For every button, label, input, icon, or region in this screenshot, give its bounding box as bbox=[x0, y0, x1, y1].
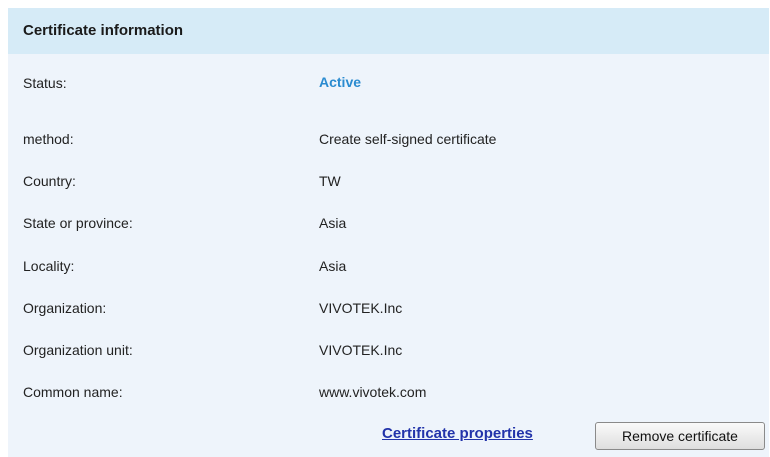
organization-label: Organization: bbox=[23, 300, 107, 316]
remove-certificate-button[interactable]: Remove certificate bbox=[595, 422, 765, 450]
locality-value: Asia bbox=[319, 258, 347, 274]
common-name-value: www.vivotek.com bbox=[319, 384, 427, 400]
certificate-information-panel: Certificate information Status: Active m… bbox=[8, 8, 769, 457]
panel-title: Certificate information bbox=[23, 22, 184, 39]
panel-header: Certificate information bbox=[8, 8, 769, 54]
status-value: Active bbox=[319, 74, 362, 90]
method-value: Create self-signed certificate bbox=[319, 131, 497, 147]
country-value: TW bbox=[319, 173, 341, 189]
organization-unit-value: VIVOTEK.Inc bbox=[319, 342, 403, 358]
status-label: Status: bbox=[23, 75, 67, 91]
state-label: State or province: bbox=[23, 215, 133, 231]
common-name-label: Common name: bbox=[23, 384, 123, 400]
state-value: Asia bbox=[319, 215, 347, 231]
certificate-properties-link[interactable]: Certificate properties bbox=[382, 425, 533, 442]
organization-value: VIVOTEK.Inc bbox=[319, 300, 403, 316]
locality-label: Locality: bbox=[23, 258, 75, 274]
country-label: Country: bbox=[23, 173, 76, 189]
organization-unit-label: Organization unit: bbox=[23, 342, 133, 358]
method-label: method: bbox=[23, 131, 74, 147]
